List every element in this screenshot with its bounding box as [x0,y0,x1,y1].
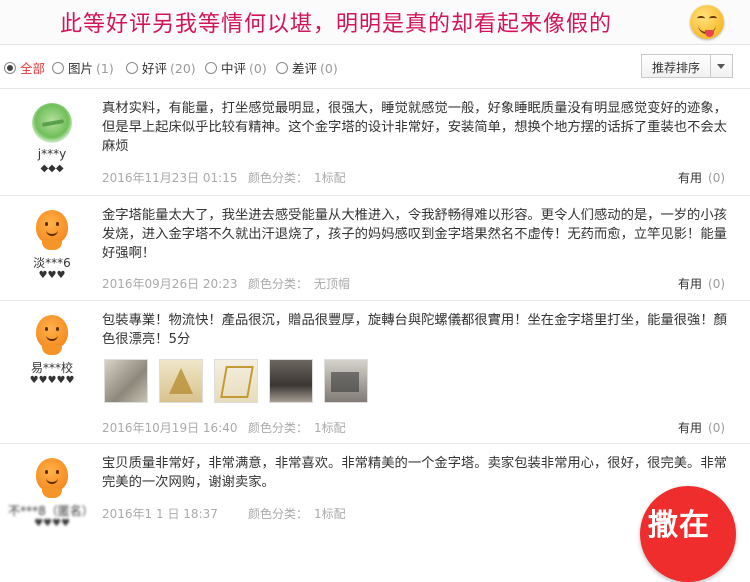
banner-title: 此等好评另我等情何以堪，明明是真的却看起来像假的 [60,12,613,37]
sort-dropdown[interactable]: 推荐排序 [641,54,733,78]
review-meta: 2016年11月23日 01:15 颜色分类： 1标配 [102,169,346,186]
review-meta: 2016年1 1 日 18:37 颜色分类： 1标配 [102,505,346,522]
review-date: 2016年1 1 日 18:37 [102,507,218,521]
review-item: 易***校 ♥♥♥♥♥ 包裝專業！物流快！產品很沉，贈品很豐厚，旋轉台與陀螺儀都… [0,300,750,443]
review-date: 2016年10月19日 16:40 [102,421,238,435]
review-text: 包裝專業！物流快！產品很沉，贈品很豐厚，旋轉台與陀螺儀都很實用！坐在金字塔里打坐… [102,313,727,347]
reviewer-level-diamonds-icon: ◆◆◆ [40,163,64,174]
review-meta: 2016年09月26日 20:23 颜色分类： 无顶帽 [102,275,350,292]
review-filter-bar: 全部 图片 (1) 好评 (20) 中评 (0) 差评 (0) [0,52,750,80]
watermark-sticker: 撒在 [640,486,736,582]
reviewer-level-hearts-icon: ♥♥♥♥ [34,518,70,529]
radio-icon[interactable] [276,62,288,74]
reviewer-level-hearts-icon: ♥♥♥♥♥ [29,375,75,386]
color-category-value: 1标配 [314,421,346,435]
review-text: 金字塔能量太大了，我坐进去感受能量从大椎进入，令我舒畅得难以形容。更令人们感动的… [102,208,727,261]
color-category-value: 无顶帽 [314,277,351,291]
color-category-value: 1标配 [314,171,346,185]
filter-images[interactable]: 图片 (1) [52,58,114,77]
reviewer-name[interactable]: 易***校 [2,359,102,376]
review-text: 真材实料，有能量，打坐感觉最明显，很强大，睡觉就感觉一般，好象睡眠质量没有明显感… [102,101,727,154]
reviewer-level-hearts-icon: ♥♥♥ [38,270,66,281]
tongue-out-emoji-icon [690,5,724,39]
review-item: j***y ◆◆◆ 真材实料，有能量，打坐感觉最明显，很强大，睡觉就感觉一般，好… [0,88,750,195]
color-category-label: 颜色分类： [248,171,309,185]
review-text: 宝贝质量非常好，非常满意，非常喜欢。非常精美的一个金字塔。卖家包装非常用心，很好… [102,456,727,490]
review-meta: 2016年10月19日 16:40 颜色分类： 1标配 [102,419,346,436]
color-category-value: 1标配 [314,507,346,521]
filter-all[interactable]: 全部 [4,58,48,77]
color-category-label: 颜色分类： [248,507,309,521]
color-category-label: 颜色分类： [248,277,309,291]
radio-icon[interactable] [4,62,16,74]
reviewer-name[interactable]: j***y [2,147,102,161]
review-image-thumbnail[interactable] [159,359,203,403]
avatar[interactable] [32,458,72,498]
filter-positive[interactable]: 好评 (20) [126,58,196,77]
avatar[interactable] [32,210,72,250]
review-image-thumbnail[interactable] [214,359,258,403]
review-image-thumbnail[interactable] [324,359,368,403]
useful-button[interactable]: 有用 (0) [678,419,725,436]
review-date: 2016年11月23日 01:15 [102,171,238,185]
avatar[interactable] [32,103,72,143]
radio-icon[interactable] [52,62,64,74]
radio-icon[interactable] [126,62,138,74]
sort-label: 推荐排序 [652,61,701,75]
chevron-down-icon[interactable] [717,64,725,69]
reviewer-name[interactable]: 淡***6 [2,254,102,271]
useful-button[interactable]: 有用 (0) [678,169,725,186]
useful-button[interactable]: 有用 (0) [678,275,725,292]
avatar[interactable] [32,315,72,355]
review-image-thumbnail[interactable] [104,359,148,403]
reviewer-name[interactable]: 不***8（匿名） [0,502,106,519]
filter-neutral[interactable]: 中评 (0) [205,58,267,77]
review-image-thumbnail[interactable] [269,359,313,403]
filter-negative[interactable]: 差评 (0) [276,58,338,77]
review-item: 不***8（匿名） ♥♥♥♥ 宝贝质量非常好，非常满意，非常喜欢。非常精美的一个… [0,443,750,541]
header-banner: 此等好评另我等情何以堪，明明是真的却看起来像假的 [0,0,750,45]
radio-icon[interactable] [205,62,217,74]
review-item: 淡***6 ♥♥♥ 金字塔能量太大了，我坐进去感受能量从大椎进入，令我舒畅得难以… [0,195,750,300]
color-category-label: 颜色分类： [248,421,309,435]
sticker-text: 撒在 [648,508,710,543]
review-date: 2016年09月26日 20:23 [102,277,238,291]
